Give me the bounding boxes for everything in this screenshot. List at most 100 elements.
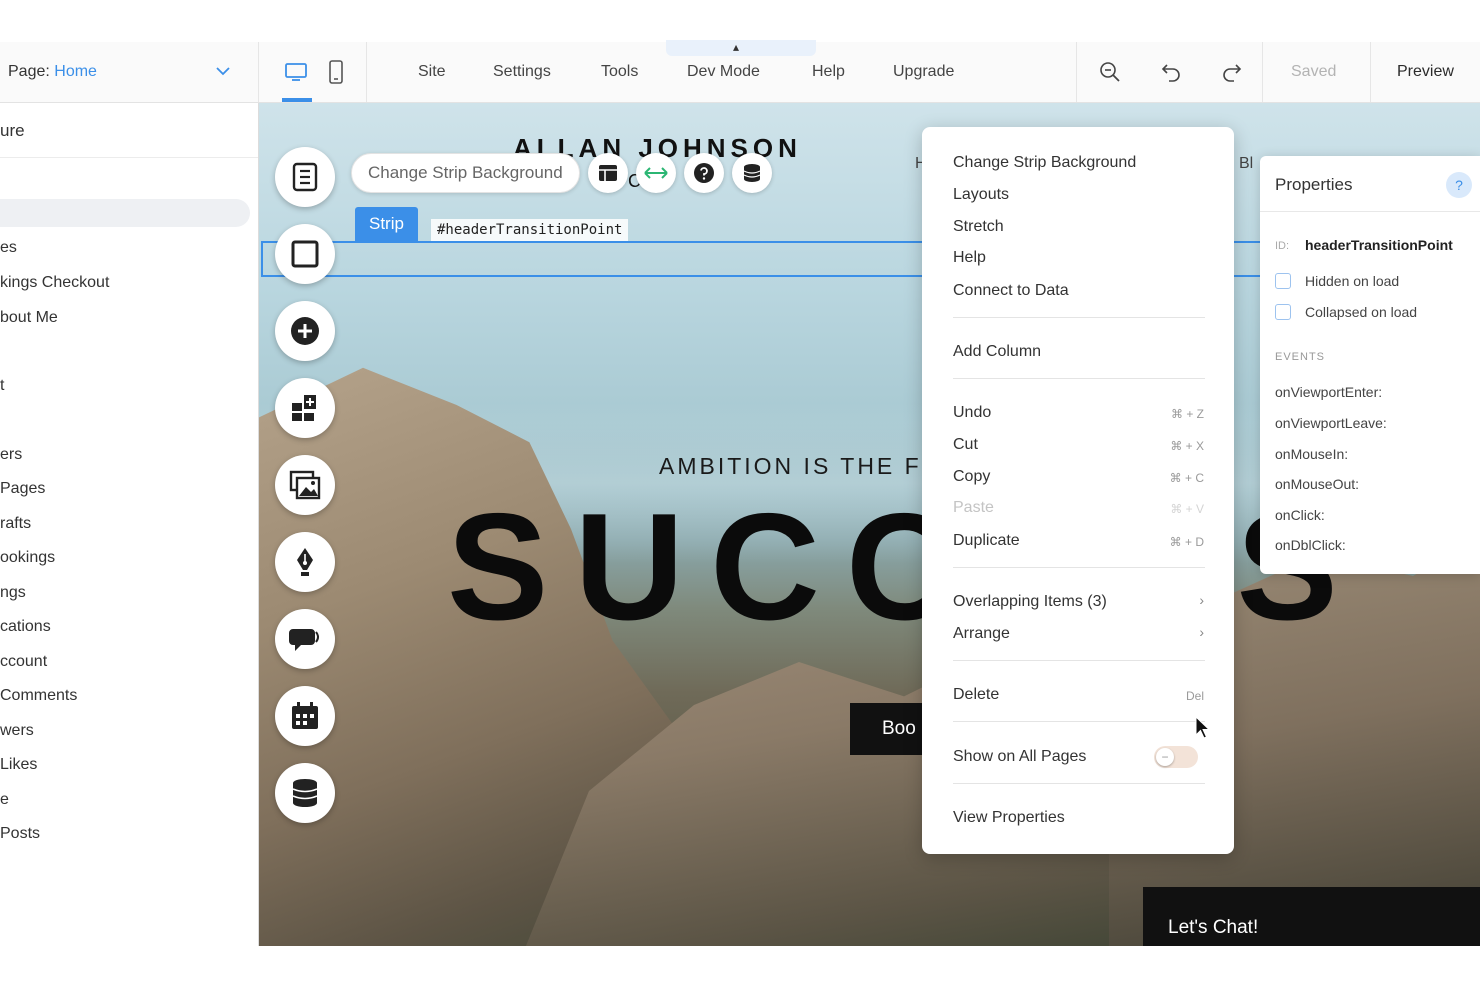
- saved-status: Saved: [1291, 63, 1337, 80]
- menu-item-paste: Paste: [953, 499, 994, 516]
- duplicate-shortcut: ⌘ + D: [1169, 535, 1204, 549]
- list-item[interactable]: rafts: [0, 515, 31, 533]
- change-strip-background-button[interactable]: Change Strip Background: [351, 153, 580, 193]
- menu-item-overlapping-items[interactable]: Overlapping Items (3): [953, 593, 1107, 611]
- list-item[interactable]: cations: [0, 618, 51, 636]
- redo-icon[interactable]: [1218, 58, 1246, 86]
- menu-item-layouts[interactable]: Layouts: [953, 186, 1009, 204]
- menu-item-stretch[interactable]: Stretch: [953, 218, 1004, 236]
- divider: [1076, 42, 1077, 102]
- menu-item-cut[interactable]: Cut: [953, 436, 978, 454]
- bookings-calendar-icon[interactable]: [275, 686, 335, 746]
- page-selector-label: Page: Home: [8, 63, 97, 80]
- menu-help[interactable]: Help: [812, 63, 845, 81]
- paste-shortcut: ⌘ + V: [1170, 502, 1204, 516]
- event-on-mouse-in[interactable]: onMouseIn:: [1275, 446, 1348, 462]
- menu-site[interactable]: Site: [418, 63, 446, 81]
- divider: [953, 317, 1205, 318]
- list-item[interactable]: bout Me: [0, 309, 58, 327]
- divider: [1370, 42, 1371, 102]
- hero-tagline[interactable]: AMBITION IS THE FI: [659, 453, 931, 480]
- menu-tools[interactable]: Tools: [601, 63, 638, 81]
- menu-item-copy[interactable]: Copy: [953, 468, 990, 486]
- toggle-knob-icon: −: [1156, 748, 1174, 766]
- delete-shortcut: Del: [1185, 689, 1204, 703]
- help-icon[interactable]: ?: [1446, 172, 1472, 198]
- list-item[interactable]: Pages: [0, 480, 45, 498]
- collapsed-on-load-checkbox[interactable]: [1275, 304, 1291, 320]
- menu-item-delete[interactable]: Delete: [953, 686, 999, 704]
- list-item[interactable]: ers: [0, 446, 22, 464]
- background-icon[interactable]: [275, 224, 335, 284]
- list-item[interactable]: e: [0, 791, 9, 809]
- add-element-icon[interactable]: [275, 301, 335, 361]
- list-item[interactable]: ngs: [0, 584, 26, 602]
- chat-button[interactable]: Let's Chat!: [1143, 887, 1480, 946]
- menus-pages-icon[interactable]: [275, 147, 335, 207]
- top-bar: Page: Home ▴ Site Settings Tools Dev Mod…: [0, 40, 1480, 103]
- list-item[interactable]: wers: [0, 722, 34, 740]
- left-panel: ure es kings Checkout bout Me t ers Page…: [0, 103, 259, 946]
- menu-item-show-on-all-pages[interactable]: Show on All Pages: [953, 748, 1086, 766]
- id-value[interactable]: headerTransitionPoint: [1305, 237, 1453, 253]
- list-item[interactable]: Posts: [0, 825, 40, 843]
- site-nav-blog[interactable]: Bl: [1239, 155, 1253, 173]
- list-item[interactable]: ookings: [0, 549, 55, 567]
- strip-toolbar: Change Strip Background: [351, 153, 772, 193]
- menu-item-help[interactable]: Help: [953, 249, 986, 267]
- help-icon[interactable]: [683, 153, 724, 193]
- menu-dev-mode[interactable]: Dev Mode: [687, 63, 760, 81]
- list-item[interactable]: es: [0, 239, 17, 257]
- editor-window: Page: Home ▴ Site Settings Tools Dev Mod…: [0, 0, 1480, 987]
- menu-item-view-properties[interactable]: View Properties: [953, 809, 1065, 827]
- strip-tag[interactable]: Strip: [355, 207, 418, 241]
- mouse-cursor-icon: [1195, 716, 1211, 739]
- menu-item-connect-to-data[interactable]: Connect to Data: [953, 282, 1069, 300]
- event-on-dbl-click[interactable]: onDblClick:: [1275, 537, 1346, 553]
- panel-header: ure: [0, 121, 25, 140]
- menu-item-add-column[interactable]: Add Column: [953, 343, 1041, 361]
- menu-item-duplicate[interactable]: Duplicate: [953, 532, 1020, 550]
- page-selector[interactable]: Page: Home: [0, 42, 259, 102]
- preview-button[interactable]: Preview: [1397, 63, 1454, 81]
- show-on-all-pages-toggle[interactable]: −: [1154, 746, 1198, 768]
- stretch-icon[interactable]: [635, 153, 676, 193]
- event-on-mouse-out[interactable]: onMouseOut:: [1275, 476, 1359, 492]
- blog-pen-icon[interactable]: [275, 532, 335, 592]
- content-manager-icon[interactable]: [275, 763, 335, 823]
- mobile-icon[interactable]: [322, 58, 350, 86]
- zoom-icon[interactable]: [1096, 58, 1124, 86]
- caret-up-icon[interactable]: ▴: [733, 40, 739, 54]
- id-label: ID:: [1275, 240, 1290, 252]
- event-on-click[interactable]: onClick:: [1275, 507, 1325, 523]
- desktop-icon[interactable]: [282, 58, 310, 86]
- menu-upgrade[interactable]: Upgrade: [893, 63, 954, 81]
- list-item[interactable]: Likes: [0, 756, 37, 774]
- divider: [953, 378, 1205, 379]
- list-item[interactable]: kings Checkout: [0, 274, 109, 292]
- divider: [953, 567, 1205, 568]
- chevron-down-icon[interactable]: [214, 62, 232, 80]
- event-on-viewport-leave[interactable]: onViewportLeave:: [1275, 415, 1387, 431]
- events-header: EVENTS: [1275, 351, 1326, 363]
- list-item[interactable]: t: [0, 377, 4, 395]
- list-item[interactable]: ccount: [0, 653, 47, 671]
- dev-mode-tab[interactable]: [666, 40, 816, 56]
- menu-item-arrange[interactable]: Arrange: [953, 625, 1010, 643]
- layouts-icon[interactable]: [587, 153, 628, 193]
- chat-icon[interactable]: [275, 609, 335, 669]
- divider: [953, 783, 1205, 784]
- page-selector-value: Home: [54, 63, 97, 80]
- media-icon[interactable]: [275, 455, 335, 515]
- undo-icon[interactable]: [1157, 58, 1185, 86]
- menu-item-undo[interactable]: Undo: [953, 404, 991, 422]
- database-icon[interactable]: [731, 153, 772, 193]
- context-menu: Change Strip Background Layouts Stretch …: [922, 127, 1234, 854]
- app-market-icon[interactable]: [275, 378, 335, 438]
- menu-item-change-strip-background[interactable]: Change Strip Background: [953, 154, 1136, 172]
- menu-settings[interactable]: Settings: [493, 63, 551, 81]
- event-on-viewport-enter[interactable]: onViewportEnter:: [1275, 384, 1382, 400]
- list-item[interactable]: Comments: [0, 687, 77, 705]
- hidden-on-load-checkbox[interactable]: [1275, 273, 1291, 289]
- selected-row[interactable]: [0, 199, 250, 227]
